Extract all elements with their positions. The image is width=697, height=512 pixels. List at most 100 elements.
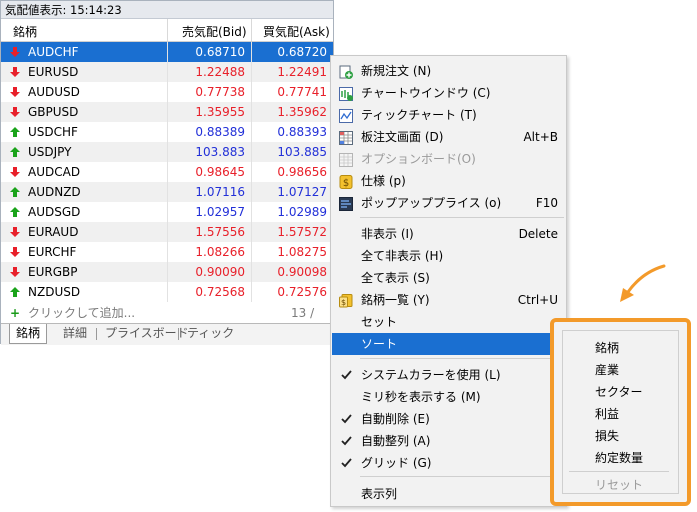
- menu-item-new-order[interactable]: 新規注文 (N): [332, 60, 565, 82]
- symbol-name: AUDNZD: [28, 185, 81, 199]
- tab-ticks[interactable]: ティック: [187, 324, 234, 343]
- menu-item-label: グリッド (G): [361, 456, 432, 470]
- sort-item-profit[interactable]: 利益: [595, 404, 619, 424]
- sort-reset: リセット: [595, 478, 644, 492]
- sort-item-industry[interactable]: 産業: [595, 360, 619, 380]
- ask-price: 1.07127: [277, 185, 327, 199]
- menu-item-label: ティックチャート (T): [361, 108, 477, 122]
- menu-item-sets[interactable]: セット: [332, 311, 565, 333]
- symbol-row[interactable]: AUDNZD 1.07116 1.07127: [1, 182, 333, 202]
- cell-divider: [167, 222, 168, 242]
- context-menu: 新規注文 (N) チャートウインドウ (C) ティックチャート (T) 板注文画面 (…: [330, 55, 567, 507]
- symbol-row[interactable]: EURUSD 1.22488 1.22491: [1, 62, 333, 82]
- menu-item-hide-all[interactable]: 全て非表示 (H): [332, 245, 565, 267]
- specification-icon: $: [339, 174, 353, 189]
- bid-price: 1.08266: [195, 245, 245, 259]
- column-header-ask[interactable]: 買気配(Ask): [263, 23, 330, 40]
- symbol-name: NZDUSD: [28, 285, 81, 299]
- arrow-down-icon: [10, 107, 20, 117]
- menu-item-show-all[interactable]: 全て表示 (S): [332, 267, 565, 289]
- menu-item-option-board: オプションボード(O): [332, 148, 565, 170]
- symbol-name: AUDCAD: [28, 165, 81, 179]
- sort-item-symbol[interactable]: 銘柄: [595, 338, 619, 358]
- menu-item-label: 全て非表示 (H): [361, 249, 444, 263]
- menu-item-chart-window[interactable]: チャートウインドウ (C): [332, 82, 565, 104]
- sort-submenu-list: 銘柄 産業 セクター 利益 損失 約定数量リセット: [562, 330, 679, 494]
- menu-item-symbols[interactable]: $ 銘柄一覧 (Y) Ctrl+U: [332, 289, 565, 311]
- arrow-down-icon: [10, 227, 20, 237]
- menu-item-depth-of-market[interactable]: 板注文画面 (D) Alt+B: [332, 126, 565, 148]
- plus-icon: +: [10, 306, 21, 320]
- symbol-row[interactable]: AUDUSD 0.77738 0.77741: [1, 82, 333, 102]
- ask-price: 1.35962: [277, 105, 327, 119]
- symbol-name: AUDUSD: [28, 85, 80, 99]
- add-symbol-label: クリックして追加...: [28, 306, 136, 320]
- symbol-row[interactable]: EURAUD 1.57556 1.57572: [1, 222, 333, 242]
- menu-item-label: 非表示 (I): [361, 227, 414, 241]
- menu-item-use-system-colors[interactable]: システムカラーを使用 (L): [332, 364, 565, 386]
- menu-item-tick-chart[interactable]: ティックチャート (T): [332, 104, 565, 126]
- bid-price: 0.90090: [195, 265, 245, 279]
- sort-item-sector[interactable]: セクター: [595, 382, 643, 402]
- symbol-row[interactable]: EURCHF 1.08266 1.08275: [1, 242, 333, 262]
- cell-divider: [251, 42, 252, 62]
- symbol-row[interactable]: AUDSGD 1.02957 1.02989: [1, 202, 333, 222]
- menu-item-columns[interactable]: 表示列: [332, 483, 565, 505]
- menu-item-grid[interactable]: グリッド (G): [332, 452, 565, 474]
- menu-item-hide[interactable]: 非表示 (I) Delete: [332, 223, 565, 245]
- column-header-bid[interactable]: 売気配(Bid): [182, 23, 247, 40]
- menu-item-label: 自動削除 (E): [361, 412, 430, 426]
- sort-item-volume[interactable]: 約定数量: [595, 448, 643, 468]
- menu-item-auto-arrange[interactable]: 自動整列 (A): [332, 430, 565, 452]
- cell-divider: [251, 62, 252, 82]
- tab-separator: [96, 328, 97, 340]
- menu-item-label: 新規注文 (N): [361, 64, 432, 78]
- checkmark-icon: [341, 452, 352, 481]
- menu-item-specification[interactable]: $ 仕様 (p): [332, 170, 565, 192]
- menu-item-popup-prices[interactable]: ポップアッププライス (o) F10: [332, 192, 565, 214]
- symbol-row[interactable]: USDCHF 0.88389 0.88393: [1, 122, 333, 142]
- tab-details[interactable]: 詳細: [63, 324, 87, 343]
- menu-item-label: 板注文画面 (D): [361, 130, 444, 144]
- cell-divider: [251, 222, 252, 242]
- symbol-name: EURCHF: [28, 245, 77, 259]
- symbol-row[interactable]: GBPUSD 1.35955 1.35962: [1, 102, 333, 122]
- ask-price: 0.88393: [277, 125, 327, 139]
- cell-divider: [167, 262, 168, 282]
- cell-divider: [251, 102, 252, 122]
- cell-divider: [251, 242, 252, 262]
- symbol-row[interactable]: AUDCAD 0.98645 0.98656: [1, 162, 333, 182]
- arrow-down-icon: [10, 47, 20, 57]
- menu-item-label: 仕様 (p): [361, 174, 406, 188]
- menu-item-label: ミリ秒を表示する (M): [361, 390, 481, 404]
- symbol-row[interactable]: AUDCHF 0.68710 0.68720: [1, 42, 333, 62]
- menu-item-show-milliseconds[interactable]: ミリ秒を表示する (M): [332, 386, 565, 408]
- cell-divider: [167, 162, 168, 182]
- bid-price: 0.98645: [195, 165, 245, 179]
- sort-submenu: 銘柄 産業 セクター 利益 損失 約定数量リセット: [550, 318, 691, 506]
- ask-price: 0.72576: [277, 285, 327, 299]
- cell-divider: [167, 82, 168, 102]
- sort-item-loss[interactable]: 損失: [595, 426, 619, 446]
- menu-item-label: ソート: [361, 337, 398, 351]
- menu-item-auto-remove[interactable]: 自動削除 (E): [332, 408, 565, 430]
- tab-price-board[interactable]: プライスボード: [105, 324, 189, 343]
- arrow-up-icon: [10, 187, 20, 197]
- menu-item-label: セット: [361, 315, 398, 329]
- menu-item-sort[interactable]: ソート: [332, 333, 565, 355]
- column-header-symbol[interactable]: 銘柄: [13, 23, 37, 40]
- symbol-row[interactable]: EURGBP 0.90090 0.90098: [1, 262, 333, 282]
- symbol-name: EURAUD: [28, 225, 79, 239]
- arrow-up-icon: [10, 207, 20, 217]
- tab-symbols[interactable]: 銘柄: [9, 324, 48, 344]
- ask-price: 0.90098: [277, 265, 327, 279]
- cell-divider: [167, 242, 168, 262]
- cell-divider: [251, 282, 252, 302]
- add-symbol-row[interactable]: + クリックして追加... 13 / 92: [1, 303, 333, 340]
- menu-item-label: 銘柄一覧 (Y): [361, 293, 430, 307]
- symbol-row[interactable]: USDJPY 103.883 103.885: [1, 142, 333, 162]
- cell-divider: [251, 182, 252, 202]
- symbol-row[interactable]: NZDUSD 0.72568 0.72576: [1, 282, 333, 302]
- menu-item-shortcut: F10: [535, 196, 558, 210]
- symbol-name: GBPUSD: [28, 105, 79, 119]
